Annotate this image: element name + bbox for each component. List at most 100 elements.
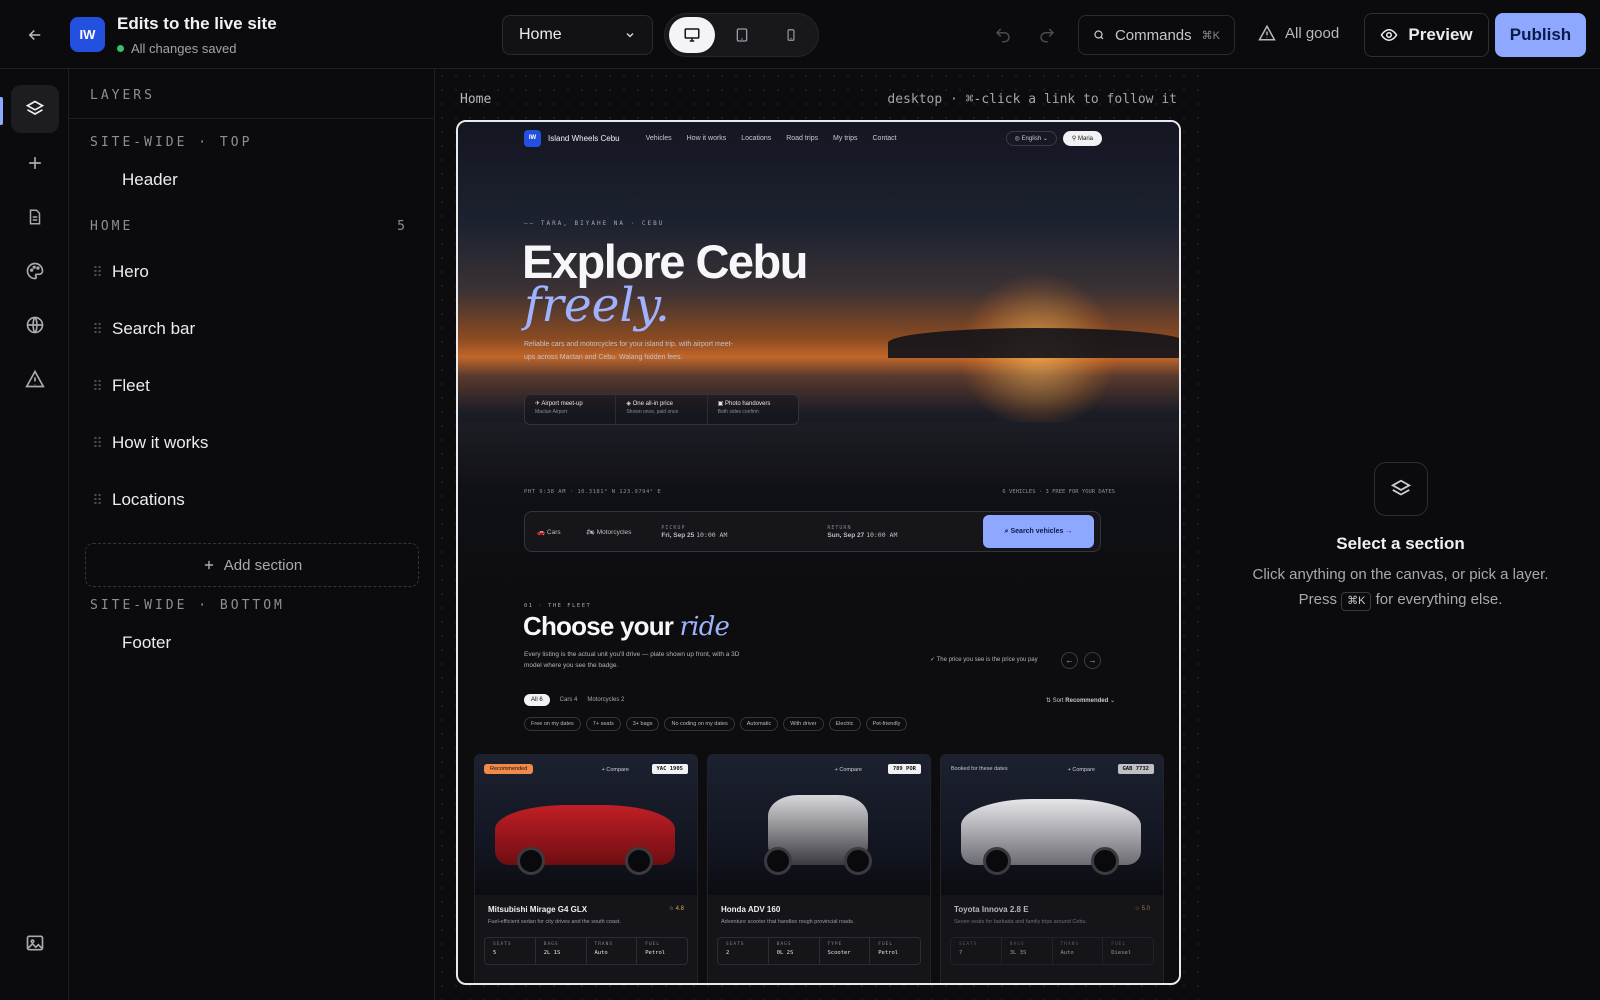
filter-chip[interactable]: 7+ seats [585, 717, 621, 731]
layer-search-bar[interactable]: ⠿ Search bar [81, 306, 419, 352]
pickup-field[interactable]: PICKUP Fri, Sep 25 10:00 AM [661, 525, 811, 539]
spec-label: TRANS [1060, 942, 1080, 947]
vehicle-card[interactable]: Recommended + Compare YAC 1905 Mitsubish… [474, 754, 698, 983]
vehicle-card[interactable]: Booked for these dates + Compare GAB 773… [940, 754, 1164, 983]
vehicle-specs: SEATS 5 BAGS 2L 1S TRANS Auto FUEL Petrol [484, 937, 688, 965]
save-status: All changes saved [117, 41, 237, 56]
drag-handle-icon[interactable]: ⠿ [81, 492, 112, 509]
user-menu[interactable]: ⚲ Maria [1062, 130, 1102, 146]
layer-label: Locations [112, 490, 185, 509]
theme-tool-button[interactable] [11, 247, 59, 295]
search-bar-section[interactable]: 🚗 Cars 🏍 Motorcycles PICKUP Fri, Sep 25 1… [524, 511, 1101, 552]
nav-link-vehicles[interactable]: Vehicles [646, 135, 672, 142]
preview-label: Preview [1408, 25, 1473, 44]
pickup-label: PICKUP [661, 524, 686, 531]
wheel [517, 847, 545, 875]
issues-tool-button[interactable] [11, 355, 59, 403]
spec-label: SEATS [959, 942, 978, 947]
layer-hero[interactable]: ⠿ Hero [81, 249, 419, 295]
tablet-view-button[interactable] [719, 17, 765, 53]
filter-chip[interactable]: Free on my dates [524, 717, 581, 731]
layers-tool-button[interactable] [11, 85, 59, 133]
filter-chip[interactable]: Automatic [739, 717, 779, 731]
tab-cars[interactable]: Cars 4 [560, 697, 578, 703]
return-time: 10:00 AM [866, 530, 898, 539]
spec-label: FUEL [645, 942, 661, 947]
site-header[interactable]: IW Island Wheels Cebu Vehicles How it wo… [524, 128, 1102, 148]
domain-tool-button[interactable] [11, 301, 59, 349]
drag-handle-icon[interactable]: ⠿ [81, 264, 112, 281]
compare-toggle[interactable]: + Compare [602, 767, 629, 773]
search-tab-cars[interactable]: 🚗 Cars [537, 528, 561, 536]
hero-eyebrow-text: TARA, BIYAHE NA · CEBU [540, 220, 665, 227]
spec-cell: SEATS 5 [485, 938, 536, 964]
group-label-site-top: SITE-WIDE · TOP [90, 135, 253, 150]
site-brand[interactable]: Island Wheels Cebu [548, 134, 620, 143]
compare-toggle[interactable]: + Compare [1068, 767, 1095, 773]
hero-headline-italic: freely. [524, 278, 670, 333]
vehicle-specs: SEATS 2 BAGS 0L 2S TYPE Scooter FUEL Petrol [717, 937, 921, 965]
redo-icon[interactable] [1036, 24, 1058, 46]
spec-label: FUEL [878, 942, 894, 947]
arrow-right-icon[interactable]: → [1084, 652, 1101, 669]
commands-label: Commands [1114, 26, 1192, 44]
nav-link-road-trips[interactable]: Road trips [786, 135, 818, 142]
tab-all[interactable]: All 6 [524, 694, 550, 706]
commands-button[interactable]: Commands ⌘K [1078, 15, 1235, 55]
filter-chip[interactable]: Electric [828, 717, 861, 731]
drag-handle-icon[interactable]: ⠿ [81, 435, 112, 452]
layer-how-it-works[interactable]: ⠿ How it works [81, 420, 419, 466]
nav-link-how-it-works[interactable]: How it works [687, 135, 727, 142]
arrow-left-icon[interactable]: ← [1061, 652, 1078, 669]
filter-chip[interactable]: Pet-friendly [865, 717, 908, 731]
nav-link-my-trips[interactable]: My trips [833, 135, 858, 142]
spec-value: 7 [959, 950, 963, 956]
drag-handle-icon[interactable]: ⠿ [81, 321, 112, 338]
vehicle-specs: SEATS 7 BAGS 3L 3S TRANS Auto FUEL Diesel [950, 937, 1154, 965]
nav-link-locations[interactable]: Locations [741, 135, 771, 142]
filter-chip[interactable]: 3+ bags [625, 717, 660, 731]
site-preview-frame[interactable]: IW Island Wheels Cebu Vehicles How it wo… [456, 120, 1181, 985]
feature-item: ◈ One all-in price Shown once, paid once [616, 395, 708, 424]
filter-chip[interactable]: No coding on my dates [664, 717, 735, 731]
search-vehicles-button[interactable]: ⌕ Search vehicles → [983, 515, 1094, 548]
hero-section[interactable]: IW Island Wheels Cebu Vehicles How it wo… [458, 122, 1179, 592]
vehicle-description: Adventure scooter that handles rough pro… [721, 919, 855, 925]
vehicle-card[interactable]: + Compare 789 POR Honda ADV 160 Adventur… [707, 754, 931, 983]
drag-handle-icon[interactable]: ⠿ [81, 378, 112, 395]
layers-panel: LAYERS SITE-WIDE · TOP Header HOME 5 ⠿ He… [69, 69, 435, 1000]
layer-header[interactable]: Header [81, 157, 419, 203]
nav-link-contact[interactable]: Contact [873, 135, 897, 142]
search-tab-motorcycles[interactable]: 🏍 Motorcycles [587, 528, 632, 536]
pages-tool-button[interactable] [11, 193, 59, 241]
media-tool-button[interactable] [11, 919, 59, 967]
add-tool-button[interactable] [11, 139, 59, 187]
site-nav-logo[interactable]: IW [524, 129, 541, 147]
layer-locations[interactable]: ⠿ Locations [81, 477, 419, 523]
publish-button[interactable]: Publish [1495, 13, 1586, 57]
device-switcher [664, 13, 819, 57]
return-field[interactable]: RETURN Sun, Sep 27 10:00 AM [827, 525, 977, 539]
layer-footer[interactable]: Footer [81, 620, 419, 666]
layer-label: How it works [112, 433, 209, 452]
back-arrow-icon[interactable] [22, 22, 48, 48]
tab-motorcycles[interactable]: Motorcycles 2 [587, 697, 624, 703]
site-health[interactable]: All good [1258, 24, 1339, 42]
filter-chip[interactable]: With driver [783, 717, 824, 731]
plus-icon [29, 157, 41, 169]
spec-label: SEATS [726, 942, 745, 947]
page-select[interactable]: Home [502, 15, 653, 55]
preview-button[interactable]: Preview [1364, 13, 1489, 57]
add-section-button[interactable]: Add section [85, 543, 419, 587]
layer-fleet[interactable]: ⠿ Fleet [81, 363, 419, 409]
pickup-date: Fri, Sep 25 [661, 531, 695, 539]
canvas-hint: desktop · ⌘-click a link to follow it [887, 92, 1177, 107]
desktop-view-button[interactable] [669, 17, 715, 53]
compare-toggle[interactable]: + Compare [835, 767, 862, 773]
language-select[interactable]: ◎ English ⌄ [1005, 130, 1057, 146]
filter-chips: Free on my dates 7+ seats 3+ bags No cod… [524, 717, 908, 731]
undo-icon[interactable] [992, 24, 1014, 46]
sort-select[interactable]: ⇅ Sort Recommended ⌄ [1046, 697, 1115, 704]
mobile-view-button[interactable] [768, 17, 814, 53]
spec-value: Petrol [878, 950, 899, 956]
